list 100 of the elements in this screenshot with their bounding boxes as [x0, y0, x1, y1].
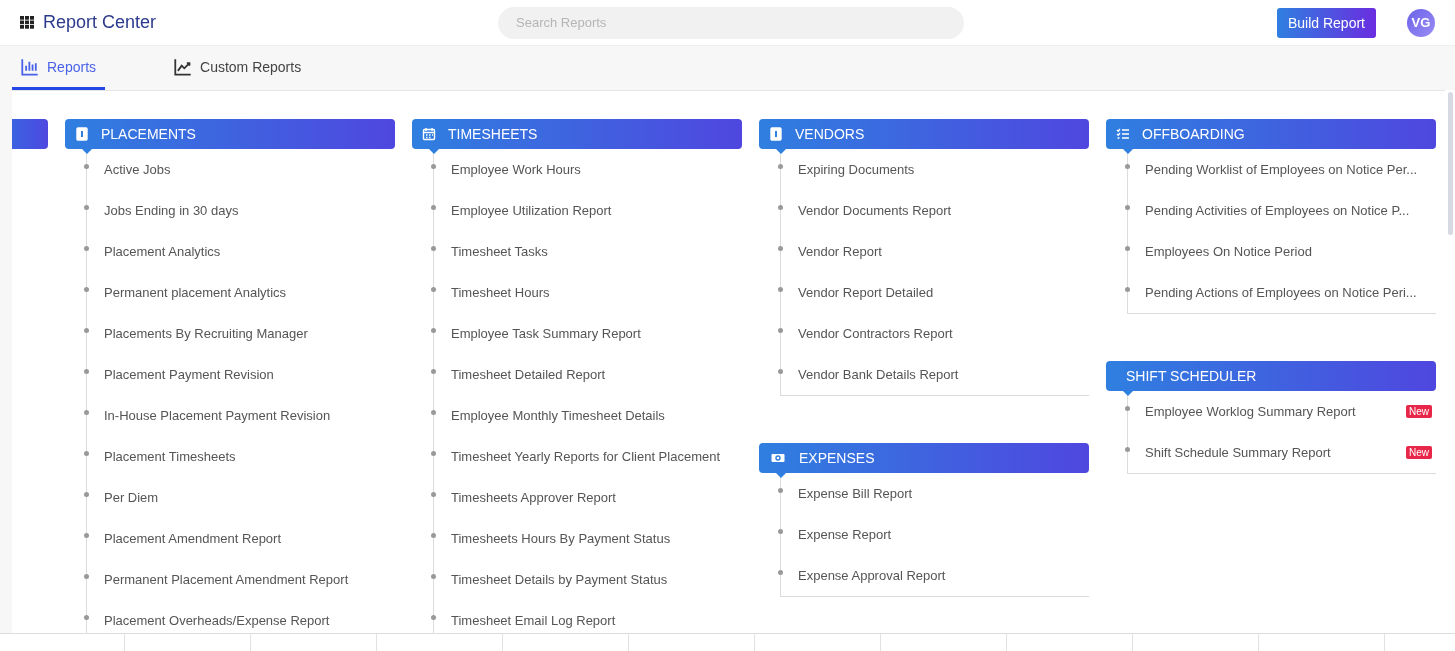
bullet-dot — [431, 164, 436, 169]
report-link[interactable]: Jobs Ending in 30 days — [104, 203, 391, 218]
pointer-tip — [776, 149, 786, 154]
pointer-tip — [776, 473, 786, 478]
bullet-dot — [778, 369, 783, 374]
report-link[interactable]: Expense Bill Report — [798, 486, 1085, 501]
page-title: Report Center — [43, 12, 157, 33]
bullet-dot — [84, 205, 89, 210]
report-link[interactable]: Timesheet Yearly Reports for Client Placement — [451, 449, 738, 464]
report-link[interactable]: Placement Amendment Report — [104, 531, 391, 546]
report-link[interactable]: Timesheets Hours By Payment Status — [451, 531, 738, 546]
report-link[interactable]: Placements By Recruiting Manager — [104, 326, 391, 341]
checklist-icon — [1116, 127, 1130, 141]
report-link[interactable]: Employee Task Summary Report — [451, 326, 738, 341]
bullet-dot — [431, 246, 436, 251]
bullet-dot — [778, 328, 783, 333]
report-link[interactable]: Vendor Report — [798, 244, 1085, 259]
report-link[interactable]: Pending Worklist of Employees on Notice Per... — [1145, 162, 1432, 177]
report-link[interactable]: Placement Overheads/Expense Report — [104, 613, 391, 628]
report-link[interactable]: Pending Activities of Employees on Notice P... — [1145, 203, 1432, 218]
report-link[interactable]: Timesheet Detailed Report — [451, 367, 738, 382]
line-chart-icon — [174, 57, 193, 76]
pointer-tip — [1123, 391, 1133, 396]
user-avatar[interactable]: VG — [1407, 8, 1435, 37]
calendar-icon — [422, 127, 436, 141]
report-link[interactable]: Expense Report — [798, 527, 1085, 542]
bullet-dot — [1125, 406, 1130, 411]
pointer-tip — [82, 149, 92, 154]
report-link[interactable]: Vendor Report Detailed — [798, 285, 1085, 300]
banknote-icon — [769, 451, 787, 465]
report-link[interactable]: Employee Worklog Summary Report — [1145, 404, 1406, 419]
report-link[interactable]: Placement Payment Revision — [104, 367, 391, 382]
report-link[interactable]: Timesheet Details by Payment Status — [451, 572, 738, 587]
new-tag: New — [1406, 405, 1432, 418]
bullet-dot — [431, 287, 436, 292]
bullet-dot — [84, 615, 89, 620]
bullet-dot — [84, 369, 89, 374]
report-link[interactable]: Permanent placement Analytics — [104, 285, 391, 300]
pointer-tip — [1123, 149, 1133, 154]
pointer-tip — [429, 149, 439, 154]
bullet-dot — [84, 287, 89, 292]
bullet-dot — [778, 488, 783, 493]
report-link[interactable]: Employees On Notice Period — [1145, 244, 1432, 259]
id-badge-icon — [75, 127, 89, 141]
bullet-dot — [84, 574, 89, 579]
bullet-dot — [1125, 287, 1130, 292]
bullet-dot — [84, 533, 89, 538]
report-link[interactable]: Employee Work Hours — [451, 162, 738, 177]
bullet-dot — [84, 328, 89, 333]
bullet-dot — [778, 287, 783, 292]
report-link[interactable]: Pending Actions of Employees on Notice Peri... — [1145, 285, 1432, 300]
report-link[interactable]: Placement Timesheets — [104, 449, 391, 464]
bullet-dot — [84, 164, 89, 169]
report-link[interactable]: Placement Analytics — [104, 244, 391, 259]
search-field[interactable]: Search Reports — [498, 6, 964, 39]
report-link[interactable]: Vendor Documents Report — [798, 203, 1085, 218]
bullet-dot — [84, 410, 89, 415]
report-link[interactable]: Employee Monthly Timesheet Details — [451, 408, 738, 423]
bullet-dot — [431, 369, 436, 374]
bullet-dot — [1125, 447, 1130, 452]
scrollbar-thumb[interactable] — [1447, 92, 1453, 235]
bullet-dot — [778, 246, 783, 251]
bullet-dot — [431, 615, 436, 620]
bullet-dot — [431, 205, 436, 210]
bullet-dot — [84, 492, 89, 497]
bullet-dot — [778, 529, 783, 534]
report-link[interactable]: Shift Schedule Summary Report — [1145, 445, 1406, 460]
report-link[interactable]: Vendor Bank Details Report — [798, 367, 1085, 382]
bar-chart-icon — [21, 57, 39, 76]
report-link[interactable]: Timesheets Approver Report — [451, 490, 738, 505]
bullet-dot — [84, 246, 89, 251]
bullet-dot — [1125, 205, 1130, 210]
build-report-button[interactable]: Build Report — [1276, 7, 1376, 38]
report-link[interactable]: Permanent Placement Amendment Report — [104, 572, 391, 587]
id-badge-icon — [769, 127, 783, 141]
report-link[interactable]: In-House Placement Payment Revision — [104, 408, 391, 423]
bullet-dot — [431, 492, 436, 497]
bullet-dot — [431, 533, 436, 538]
report-link[interactable]: Per Diem — [104, 490, 391, 505]
grid-icon[interactable] — [20, 16, 35, 29]
bullet-dot — [431, 451, 436, 456]
report-link[interactable]: Employee Utilization Report — [451, 203, 738, 218]
report-link[interactable]: Vendor Contractors Report — [798, 326, 1085, 341]
bullet-dot — [778, 205, 783, 210]
report-link[interactable]: Timesheet Hours — [451, 285, 738, 300]
report-link[interactable]: Active Jobs — [104, 162, 391, 177]
report-link[interactable]: Expiring Documents — [798, 162, 1085, 177]
bullet-dot — [431, 574, 436, 579]
bullet-dot — [84, 451, 89, 456]
bullet-dot — [778, 164, 783, 169]
bullet-dot — [431, 328, 436, 333]
bullet-dot — [778, 570, 783, 575]
section-header — [12, 119, 48, 149]
tab[interactable]: Custom Reports — [165, 46, 311, 90]
report-link[interactable]: Timesheet Tasks — [451, 244, 738, 259]
report-link[interactable]: Expense Approval Report — [798, 568, 1085, 583]
new-tag: New — [1406, 446, 1432, 459]
bullet-dot — [431, 410, 436, 415]
bullet-dot — [1125, 246, 1130, 251]
report-link[interactable]: Timesheet Email Log Report — [451, 613, 738, 628]
